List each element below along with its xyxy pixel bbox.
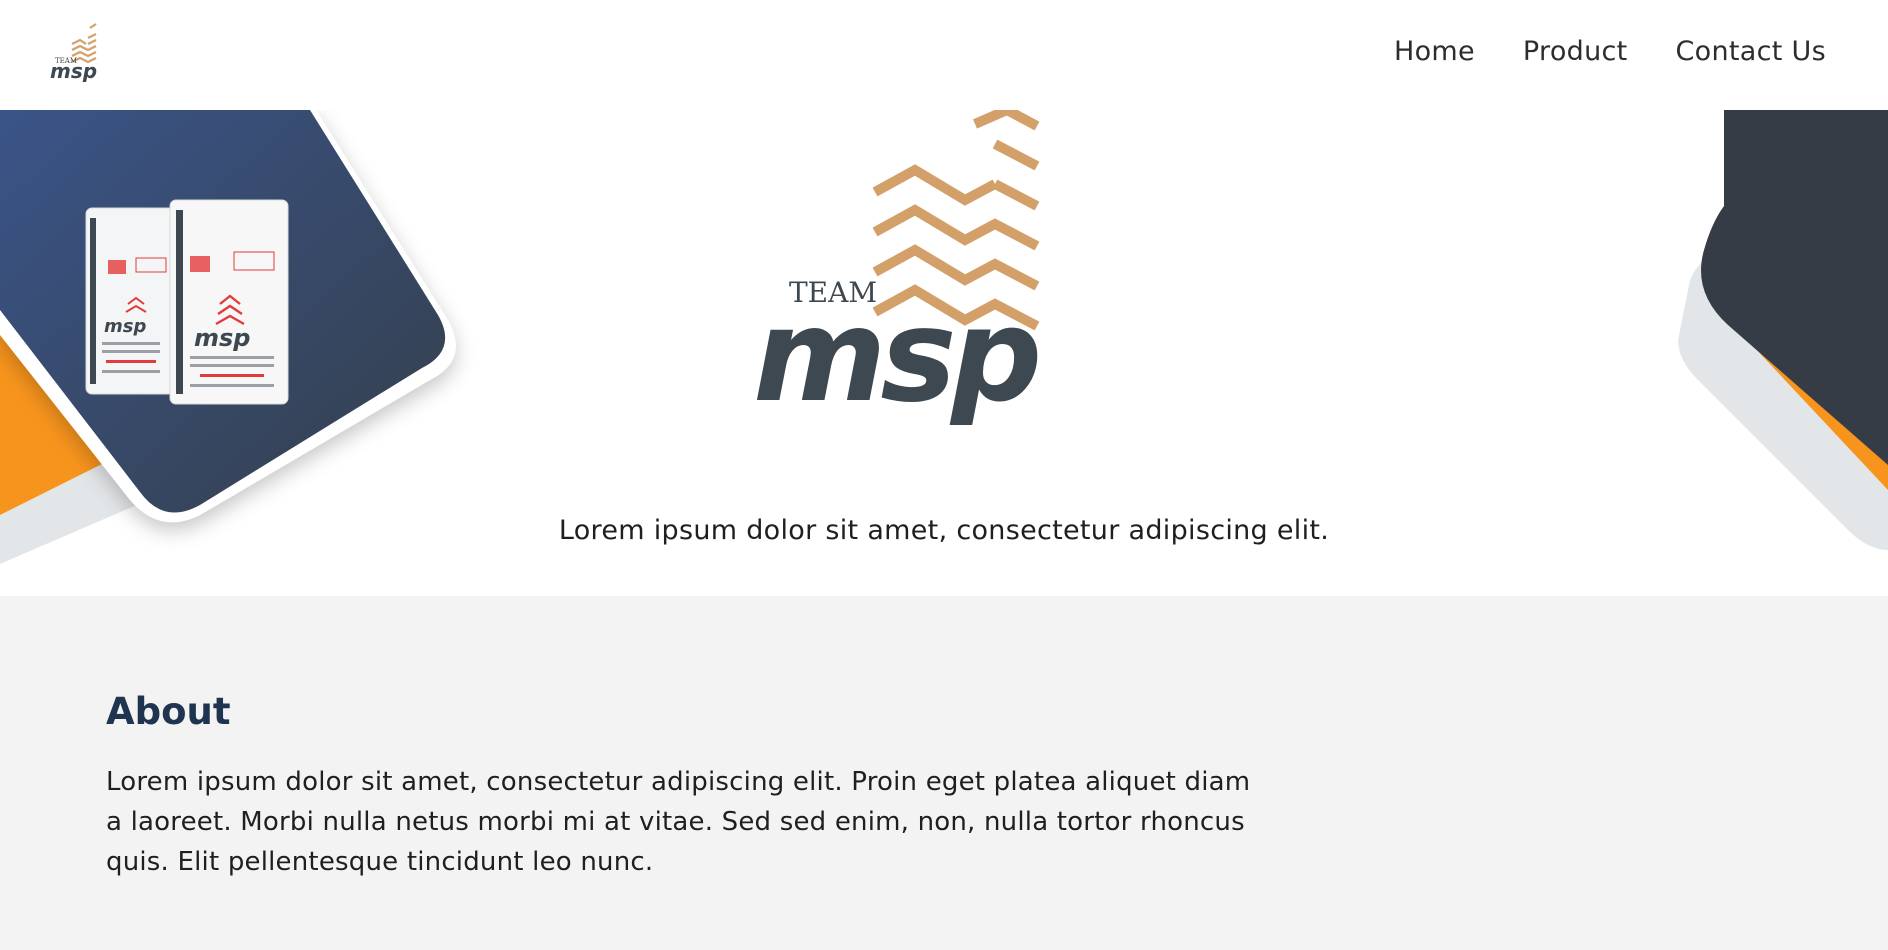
svg-text:msp: msp: [50, 59, 97, 82]
main-nav: Home Product Contact Us: [1394, 36, 1826, 67]
about-text: Lorem ipsum dolor sit amet, consectetur …: [106, 767, 1251, 877]
nav-home-link[interactable]: Home: [1394, 36, 1475, 67]
hero-tagline: Lorem ipsum dolor sit amet, consectetur …: [558, 515, 1330, 546]
svg-text:msp: msp: [194, 324, 250, 352]
product-bags-image: msp msp: [85, 199, 289, 405]
nav-product-link[interactable]: Product: [1523, 36, 1628, 67]
site-header: TEAM msp Home Product Contact Us: [0, 0, 1888, 110]
nav-contact-link[interactable]: Contact Us: [1676, 36, 1826, 67]
about-section: About Lorem ipsum dolor sit amet, consec…: [0, 596, 1888, 950]
svg-text:msp: msp: [104, 316, 146, 337]
header-logo[interactable]: TEAM msp: [46, 22, 122, 82]
hero-section: msp msp TEAM msp Lorem ipsum dolor sit a…: [0, 110, 1888, 596]
hero-logo: TEAM msp: [753, 110, 1044, 425]
svg-text:msp: msp: [753, 282, 1038, 425]
about-title: About: [106, 690, 231, 733]
